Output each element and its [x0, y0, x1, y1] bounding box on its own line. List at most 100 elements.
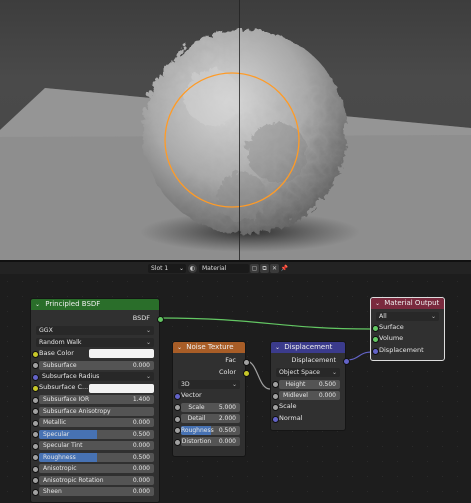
viewport-guide-line	[239, 0, 240, 260]
field-label: Subsurface Anisotropy	[43, 407, 111, 415]
material-output-input-2: Displacement	[371, 345, 444, 357]
bsdf-input-7-field[interactable]: Specular Tint 0.000	[39, 441, 154, 450]
input-socket[interactable]	[174, 427, 181, 435]
fac-output-socket[interactable]	[243, 358, 250, 366]
field-label: Distortion	[181, 438, 212, 445]
input-socket[interactable]	[272, 381, 279, 389]
input-socket[interactable]	[32, 419, 39, 427]
noise-input-3-field[interactable]: Distortion 0.000	[181, 437, 240, 446]
bsdf-input-0: Subsurface 0.000	[31, 359, 159, 371]
bsdf-input-10-field[interactable]: Anisotropic Rotation 0.000	[39, 475, 154, 485]
input-socket[interactable]	[32, 362, 39, 370]
input-socket[interactable]	[32, 408, 39, 416]
chevron-down-icon: ⌄	[145, 327, 151, 334]
color-output-socket[interactable]	[243, 370, 250, 377]
bsdf-input-0-field[interactable]: Subsurface 0.000	[39, 360, 154, 370]
collapse-chevron-icon[interactable]: ⌄	[375, 300, 380, 307]
field-value: 0.000	[318, 392, 336, 399]
pin-icon[interactable]: 📌	[280, 264, 289, 273]
output-label: BSDF	[132, 314, 150, 322]
input-socket[interactable]	[32, 373, 39, 381]
material-output-input-0: Surface	[371, 322, 444, 334]
input-socket[interactable]	[32, 431, 39, 439]
material-browse-icon[interactable]: ◐	[188, 264, 197, 273]
bsdf-input-5-field[interactable]: Metallic 0.000	[39, 418, 154, 427]
node-title: Displacement	[284, 343, 333, 351]
base-color-row: Base Color	[31, 348, 159, 360]
input-socket[interactable]	[32, 385, 39, 393]
target-dropdown[interactable]: All ⌄	[376, 311, 439, 321]
noise-input-0: Scale 5.000	[173, 401, 245, 413]
input-socket[interactable]	[32, 350, 39, 358]
collapse-chevron-icon[interactable]: ⌄	[177, 344, 182, 351]
input-socket[interactable]	[174, 404, 181, 412]
node-header[interactable]: ⌄ Principled BSDF	[31, 299, 159, 310]
base-color-swatch[interactable]	[89, 349, 154, 358]
bsdf-input-4-field[interactable]: Subsurface Anisotropy	[39, 406, 154, 416]
color-swatch[interactable]	[89, 383, 154, 393]
3d-viewport[interactable]	[0, 0, 471, 260]
displacement-input-0-field[interactable]: Height 0.500	[279, 379, 340, 389]
input-socket[interactable]	[32, 442, 39, 450]
chevron-down-icon: ⌄	[145, 373, 151, 380]
collapse-chevron-icon[interactable]: ⌄	[275, 344, 280, 351]
input-socket[interactable]	[174, 415, 181, 423]
duplicate-icon[interactable]: ⧉	[260, 264, 269, 273]
space-dropdown[interactable]: Object Space ⌄	[276, 368, 340, 377]
slot-selector[interactable]: Slot 1 ⌄	[148, 264, 186, 273]
subsurface-method-dropdown[interactable]: Random Walk ⌄	[36, 337, 154, 347]
input-socket[interactable]	[32, 465, 39, 473]
noise-input-0-field[interactable]: Scale 5.000	[181, 402, 240, 412]
collapse-chevron-icon[interactable]: ⌄	[35, 301, 40, 308]
unlink-icon[interactable]: ✕	[270, 264, 279, 273]
node-header[interactable]: ⌄ Noise Texture	[173, 342, 245, 353]
target-row: All ⌄	[371, 310, 444, 322]
input-socket[interactable]	[174, 392, 181, 400]
input-socket[interactable]	[32, 396, 39, 404]
field-label: Detail	[187, 415, 206, 422]
bsdf-input-8-field[interactable]: Roughness 0.500	[39, 452, 154, 462]
bsdf-output-socket[interactable]	[157, 315, 164, 323]
input-socket[interactable]	[272, 392, 279, 400]
input-socket[interactable]	[32, 454, 39, 462]
bsdf-input-3-field[interactable]: Subsurface IOR 1.400	[39, 395, 154, 404]
displacement-node[interactable]: ⌄ Displacement Displacement Object Space…	[270, 341, 346, 431]
input-socket[interactable]	[372, 347, 379, 355]
bsdf-input-11-field[interactable]: Sheen 0.000	[39, 487, 154, 496]
field-value: 0.000	[132, 419, 150, 426]
chevron-down-icon: ⌄	[331, 369, 337, 376]
fake-user-icon[interactable]: ▢	[250, 264, 259, 273]
space-value: Object Space	[279, 369, 320, 376]
scale-row: Scale	[271, 401, 345, 413]
chevron-down-icon: ⌄	[231, 380, 237, 388]
material-name-field[interactable]: Material	[199, 264, 249, 273]
field-value: 0.000	[132, 476, 150, 484]
dimensions-dropdown[interactable]: 3D ⌄	[178, 379, 240, 389]
slot-label: Slot 1	[151, 265, 169, 272]
input-socket[interactable]	[174, 438, 181, 446]
subsurface-method-row: Random Walk ⌄	[31, 336, 159, 348]
displacement-output-socket[interactable]	[343, 357, 350, 365]
bsdf-input-1-dropdown[interactable]: Subsurface Radius ⌄	[39, 372, 154, 381]
distribution-dropdown[interactable]: GGX ⌄	[36, 326, 154, 335]
displacement-input-0: Height 0.500	[271, 378, 345, 390]
input-socket[interactable]	[272, 404, 279, 412]
node-header[interactable]: ⌄ Material Output	[371, 298, 444, 309]
material-name: Material	[202, 265, 227, 272]
input-socket[interactable]	[372, 336, 379, 344]
bsdf-input-9-field[interactable]: Anisotropic 0.000	[39, 464, 154, 473]
node-header[interactable]: ⌄ Displacement	[271, 342, 345, 353]
principled-bsdf-node[interactable]: ⌄ Principled BSDF BSDF GGX ⌄ Random Walk…	[30, 298, 160, 503]
output-label: Displacement	[291, 356, 336, 364]
noise-input-2-field[interactable]: Roughness 0.500	[181, 425, 240, 435]
noise-input-1-field[interactable]: Detail 2.000	[181, 414, 240, 423]
material-output-node[interactable]: ⌄ Material Output All ⌄ Surface Volume Dis…	[370, 297, 445, 361]
bsdf-input-6-field[interactable]: Specular 0.500	[39, 429, 154, 439]
input-socket[interactable]	[32, 488, 39, 496]
input-socket[interactable]	[32, 477, 39, 485]
material-output-inputs: Surface Volume Displacement	[371, 322, 444, 357]
displacement-input-1-field[interactable]: Midlevel 0.000	[279, 391, 340, 400]
input-socket[interactable]	[272, 415, 279, 423]
input-socket[interactable]	[372, 324, 379, 332]
noise-texture-node[interactable]: ⌄ Noise Texture Fac Color 3D ⌄ Vector Sc…	[172, 341, 246, 457]
